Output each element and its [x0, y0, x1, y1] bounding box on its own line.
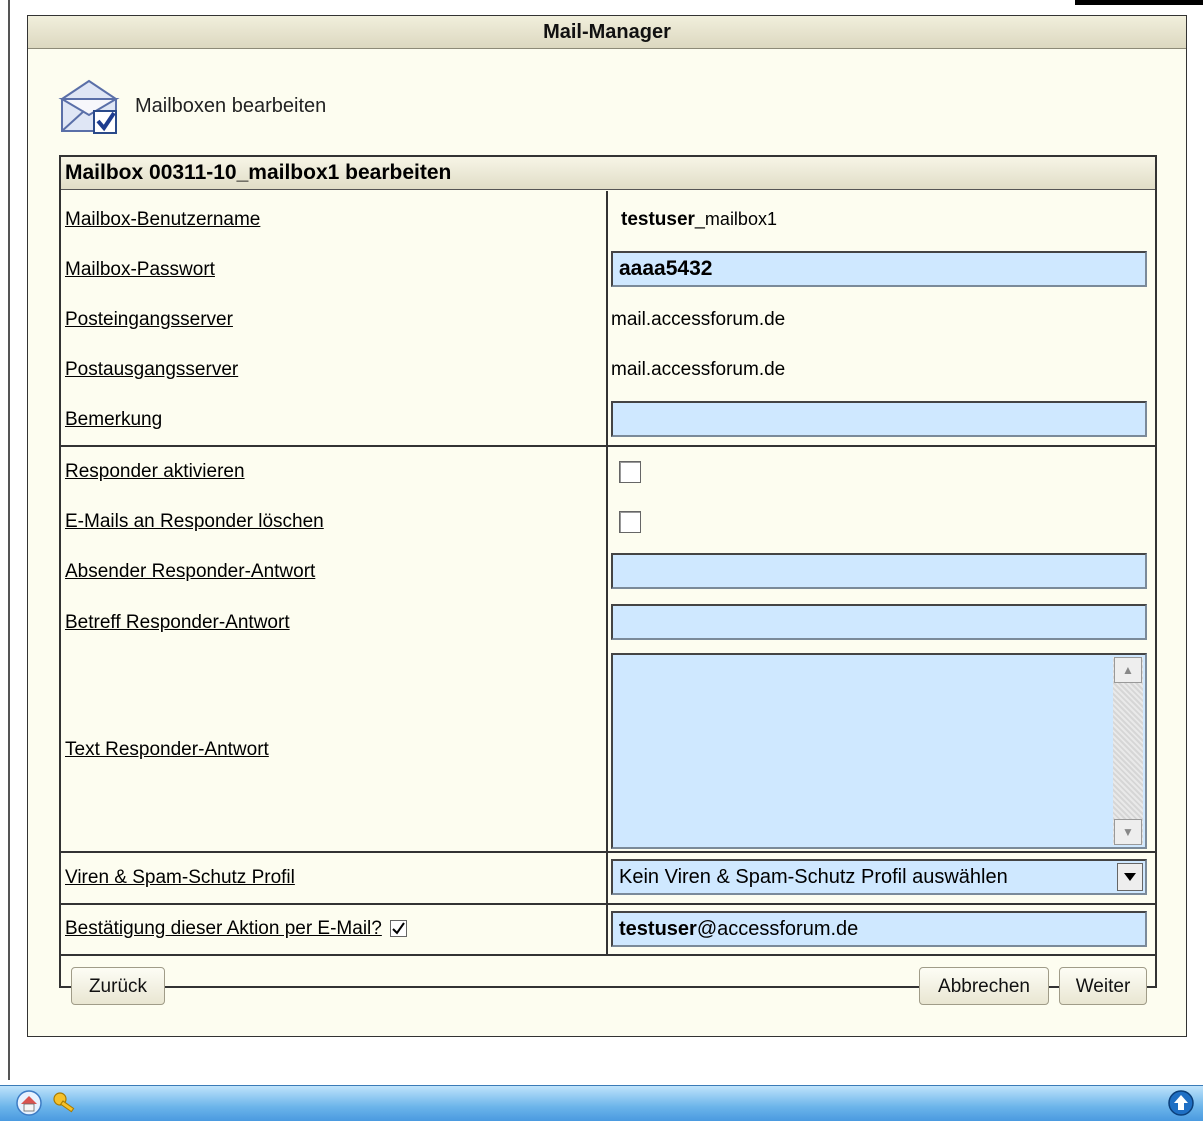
textarea-scrollbar[interactable]: ▲ ▼ [1113, 657, 1143, 845]
responder-delete-label[interactable]: E-Mails an Responder löschen [65, 511, 324, 533]
panel-title: Mail-Manager [28, 16, 1186, 49]
mailbox-edit-form: Mailbox 00311-10_mailbox1 bearbeiten Mai… [59, 155, 1157, 1005]
confirm-email-checkbox[interactable] [389, 920, 407, 938]
username-value: testuser_mailbox1 [621, 209, 777, 231]
cancel-button[interactable]: Abbrechen [919, 967, 1049, 1005]
confirm-email-domain: @accessforum.de [696, 918, 859, 940]
responder-activate-checkbox[interactable] [619, 461, 641, 483]
scroll-up-icon[interactable] [1168, 1090, 1194, 1116]
confirm-email-label-text: Bestätigung dieser Aktion per E-Mail? [65, 918, 382, 939]
row-divider [61, 445, 1155, 447]
key-icon[interactable] [52, 1090, 78, 1116]
incoming-server-value: mail.accessforum.de [611, 309, 786, 330]
section-title: Mailboxen bearbeiten [135, 94, 327, 117]
scroll-up-arrow-icon[interactable]: ▲ [1114, 657, 1142, 683]
confirm-email-input[interactable]: testuser@accessforum.de [611, 911, 1147, 947]
responder-activate-label[interactable]: Responder aktivieren [65, 461, 245, 483]
row-divider [61, 954, 1155, 956]
outgoing-server-value: mail.accessforum.de [611, 359, 786, 380]
back-button[interactable]: Zurück [71, 967, 165, 1005]
home-icon[interactable] [16, 1090, 42, 1116]
username-label[interactable]: Mailbox-Benutzername [65, 209, 260, 231]
column-divider [606, 191, 608, 955]
scroll-down-arrow-icon[interactable]: ▼ [1114, 819, 1142, 845]
username-suffix: _mailbox1 [694, 209, 777, 229]
responder-text-label[interactable]: Text Responder-Antwort [65, 739, 269, 761]
remark-label[interactable]: Bemerkung [65, 409, 162, 431]
left-border-line [8, 0, 10, 1080]
form-title: Mailbox 00311-10_mailbox1 bearbeiten [61, 157, 1155, 190]
top-right-bar [1075, 0, 1203, 5]
mailbox-edit-icon [58, 79, 120, 134]
taskbar [0, 1085, 1203, 1121]
username-prefix: testuser [621, 209, 695, 230]
row-divider [61, 903, 1155, 905]
remark-input[interactable] [611, 401, 1147, 437]
mail-manager-panel: Mail-Manager Mailboxen bearbeiten Mailbo… [27, 15, 1187, 1037]
responder-sender-label[interactable]: Absender Responder-Antwort [65, 561, 315, 583]
confirm-email-label[interactable]: Bestätigung dieser Aktion per E-Mail? [65, 918, 407, 940]
password-label[interactable]: Mailbox-Passwort [65, 259, 215, 281]
section-header: Mailboxen bearbeiten [58, 71, 326, 141]
confirm-email-user: testuser [619, 918, 697, 940]
spam-profile-select[interactable]: Kein Viren & Spam-Schutz Profil auswähle… [611, 859, 1147, 895]
responder-subject-label[interactable]: Betreff Responder-Antwort [65, 612, 290, 634]
responder-delete-checkbox[interactable] [619, 511, 641, 533]
outgoing-server-label[interactable]: Postausgangsserver [65, 359, 238, 381]
chevron-down-icon [1124, 873, 1136, 881]
spam-profile-selected: Kein Viren & Spam-Schutz Profil auswähle… [619, 866, 1008, 888]
checkmark-icon [392, 922, 405, 936]
dropdown-arrow-icon[interactable] [1117, 863, 1143, 891]
spam-profile-label[interactable]: Viren & Spam-Schutz Profil [65, 867, 295, 889]
password-input[interactable] [611, 251, 1147, 287]
responder-sender-input[interactable] [611, 553, 1147, 589]
responder-subject-input[interactable] [611, 604, 1147, 640]
responder-text-area[interactable]: ▲ ▼ [611, 653, 1147, 849]
row-divider [61, 851, 1155, 853]
next-button[interactable]: Weiter [1059, 967, 1147, 1005]
incoming-server-label[interactable]: Posteingangsserver [65, 309, 233, 331]
